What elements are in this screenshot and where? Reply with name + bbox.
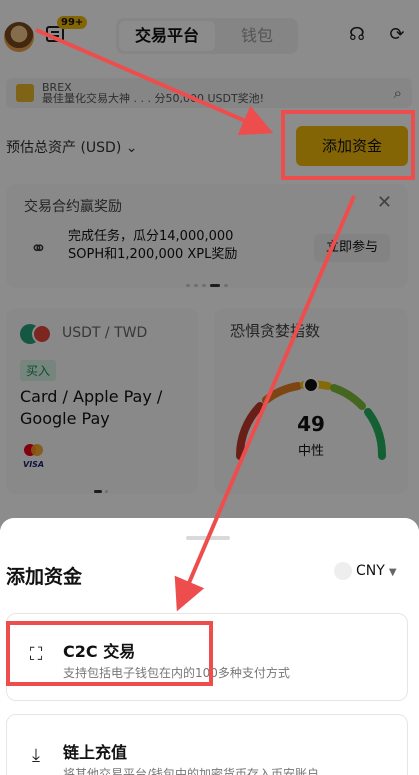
caret-down-icon: ▼ <box>388 567 397 578</box>
currency-selector[interactable]: CNY ▼ <box>334 562 397 580</box>
drag-handle[interactable] <box>186 536 230 540</box>
modal-backdrop[interactable] <box>0 0 419 530</box>
onchain-description: 将其他交易平台/钱包中的加密货币存入币安账户 <box>63 767 320 775</box>
highlight-add-funds <box>281 110 415 180</box>
highlight-c2c <box>6 621 213 686</box>
download-icon: ⤓ <box>32 745 40 766</box>
sheet-title: 添加资金 <box>6 566 83 588</box>
currency-icon <box>334 562 352 580</box>
currency-label: CNY <box>356 563 385 579</box>
onchain-deposit-option[interactable]: ⤓ 链上充值 将其他交易平台/钱包中的加密货币存入币安账户 <box>6 714 408 775</box>
onchain-title: 链上充值 <box>63 743 128 762</box>
